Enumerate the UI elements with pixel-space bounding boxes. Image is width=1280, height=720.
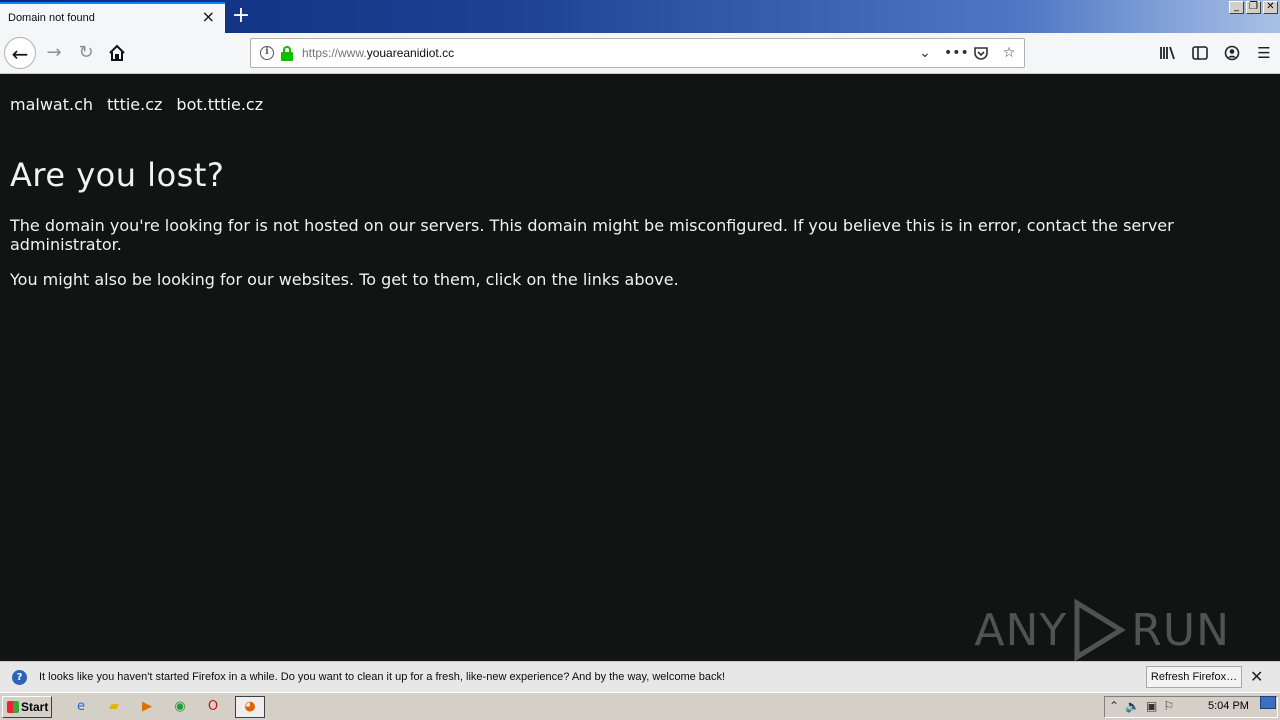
tray-expand-icon[interactable]: ⌃	[1109, 699, 1119, 713]
chrome-icon[interactable]: ◉	[169, 698, 191, 716]
opera-icon[interactable]: O	[202, 698, 224, 716]
arrow-left-icon: ←	[11, 42, 29, 66]
navigation-toolbar: ← → ↻ i https://www.youareanidiot.cc ⌄ •…	[0, 33, 1280, 74]
link-malwatch[interactable]: malwat.ch	[10, 95, 93, 114]
internet-explorer-icon[interactable]: e	[70, 698, 92, 716]
reload-icon: ↻	[78, 42, 94, 63]
network-icon[interactable]: ▣	[1146, 699, 1157, 713]
links-hint: You might also be looking for our websit…	[10, 270, 679, 289]
show-desktop-icon[interactable]	[1260, 696, 1276, 709]
url-text[interactable]: https://www.youareanidiot.cc	[302, 46, 454, 60]
quick-launch: e ▰ ▶ ◉ O ◕	[70, 696, 265, 718]
forward-button[interactable]: →	[38, 37, 70, 69]
anyrun-watermark: ANY RUN	[974, 599, 1230, 661]
url-protocol: https://www.	[302, 46, 367, 60]
folder-icon[interactable]: ▰	[103, 698, 125, 716]
clock[interactable]: 5:04 PM	[1208, 700, 1249, 712]
back-button[interactable]: ←	[4, 37, 36, 69]
chevron-down-icon[interactable]: ⌄	[916, 43, 934, 63]
help-icon: ?	[12, 670, 27, 685]
tab-active[interactable]: Domain not found ×	[0, 2, 225, 33]
library-icon[interactable]	[1152, 39, 1184, 67]
page-title: Are you lost?	[10, 156, 225, 194]
bookmark-star-icon[interactable]: ☆	[1000, 43, 1018, 63]
windows-logo-icon	[7, 701, 19, 713]
system-tray: ⌃ 🔈 ▣ ⚐ 5:04 PM	[1104, 696, 1278, 718]
start-button[interactable]: Start	[2, 696, 52, 718]
pocket-icon[interactable]	[972, 43, 990, 63]
watermark-left-text: ANY	[974, 604, 1068, 656]
arrow-right-icon: →	[46, 42, 62, 63]
close-icon[interactable]: ✕	[1250, 667, 1263, 687]
home-button[interactable]	[101, 37, 133, 69]
play-icon	[1074, 599, 1127, 661]
info-icon[interactable]: i	[260, 46, 274, 60]
close-window-button[interactable]: ✕	[1263, 1, 1278, 14]
notification-bar: ? It looks like you haven't started Fire…	[0, 661, 1280, 692]
taskbar: Start e ▰ ▶ ◉ O ◕ ⌃ 🔈 ▣ ⚐ 5:04 PM	[0, 692, 1280, 720]
restore-button[interactable]: ❐	[1246, 1, 1261, 14]
tab-title: Domain not found	[8, 12, 95, 24]
notification-text: It looks like you haven't started Firefo…	[39, 671, 726, 683]
title-bar: Domain not found × + _ ❐ ✕	[0, 0, 1280, 33]
page-content: malwat.ch tttie.cz bot.tttie.cz Are you …	[0, 74, 1280, 661]
toolbar-right: ☰	[1152, 39, 1280, 67]
menu-icon[interactable]: ☰	[1248, 39, 1280, 67]
window-controls: _ ❐ ✕	[1229, 1, 1278, 14]
watermark-right-text: RUN	[1131, 604, 1230, 656]
refresh-firefox-button[interactable]: Refresh Firefox…	[1146, 666, 1242, 688]
url-host: youareanidiot.cc	[366, 46, 455, 60]
volume-icon[interactable]: 🔈	[1125, 699, 1140, 713]
url-bar-actions: ⌄ ••• ☆	[916, 43, 1018, 63]
account-icon[interactable]	[1216, 39, 1248, 67]
media-player-icon[interactable]: ▶	[136, 698, 158, 716]
reload-button[interactable]: ↻	[70, 37, 102, 69]
link-tttie[interactable]: tttie.cz	[107, 95, 162, 114]
firefox-taskbar-icon[interactable]: ◕	[235, 696, 265, 718]
error-description: The domain you're looking for is not hos…	[10, 216, 1174, 254]
tab-close-icon[interactable]: ×	[202, 9, 215, 25]
url-bar[interactable]: i https://www.youareanidiot.cc ⌄ ••• ☆	[250, 38, 1025, 68]
home-icon	[109, 44, 125, 61]
minimize-button[interactable]: _	[1229, 1, 1244, 14]
site-links: malwat.ch tttie.cz bot.tttie.cz	[10, 95, 263, 114]
new-tab-button[interactable]: +	[229, 3, 253, 29]
action-center-flag-icon[interactable]: ⚐	[1163, 699, 1174, 713]
tray-icons: ⌃ 🔈 ▣ ⚐	[1109, 699, 1174, 713]
lock-icon[interactable]	[281, 46, 293, 61]
start-label: Start	[21, 700, 49, 714]
more-actions-icon[interactable]: •••	[944, 43, 969, 63]
sidebar-icon[interactable]	[1184, 39, 1216, 67]
link-bot-tttie[interactable]: bot.tttie.cz	[176, 95, 263, 114]
